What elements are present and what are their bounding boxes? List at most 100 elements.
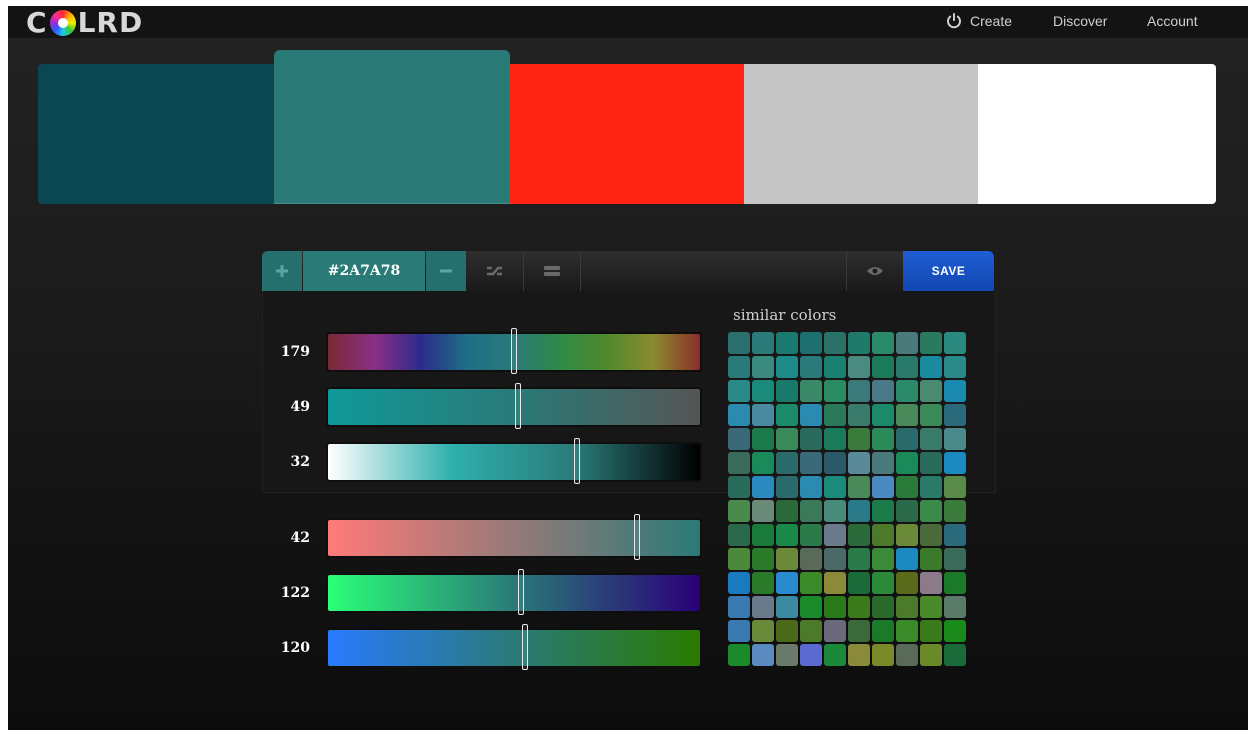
similar-color-swatch[interactable]: [872, 380, 894, 402]
similar-color-swatch[interactable]: [800, 644, 822, 666]
similar-color-swatch[interactable]: [872, 620, 894, 642]
similar-color-swatch[interactable]: [848, 380, 870, 402]
similar-color-swatch[interactable]: [920, 524, 942, 546]
similar-color-swatch[interactable]: [776, 380, 798, 402]
similar-color-swatch[interactable]: [752, 428, 774, 450]
similar-color-swatch[interactable]: [848, 404, 870, 426]
similar-color-swatch[interactable]: [752, 596, 774, 618]
similar-color-swatch[interactable]: [824, 356, 846, 378]
similar-color-swatch[interactable]: [944, 380, 966, 402]
similar-color-swatch[interactable]: [728, 452, 750, 474]
similar-color-swatch[interactable]: [872, 524, 894, 546]
similar-color-swatch[interactable]: [728, 596, 750, 618]
similar-color-swatch[interactable]: [896, 596, 918, 618]
similar-color-swatch[interactable]: [752, 380, 774, 402]
similar-color-swatch[interactable]: [896, 332, 918, 354]
similar-color-swatch[interactable]: [944, 500, 966, 522]
similar-color-swatch[interactable]: [824, 500, 846, 522]
similar-color-swatch[interactable]: [800, 356, 822, 378]
remove-color-button[interactable]: [426, 251, 466, 291]
similar-color-swatch[interactable]: [872, 356, 894, 378]
similar-color-swatch[interactable]: [872, 428, 894, 450]
similar-color-swatch[interactable]: [920, 548, 942, 570]
similar-color-swatch[interactable]: [896, 644, 918, 666]
nav-account[interactable]: Account: [1147, 13, 1198, 29]
slider-track[interactable]: [326, 569, 702, 615]
similar-color-swatch[interactable]: [872, 596, 894, 618]
similar-color-swatch[interactable]: [920, 500, 942, 522]
similar-color-swatch[interactable]: [920, 404, 942, 426]
slider-track[interactable]: [326, 383, 702, 429]
palette-swatch[interactable]: [38, 64, 274, 204]
similar-color-swatch[interactable]: [920, 572, 942, 594]
similar-color-swatch[interactable]: [848, 332, 870, 354]
similar-color-swatch[interactable]: [872, 572, 894, 594]
similar-color-swatch[interactable]: [800, 332, 822, 354]
preview-button[interactable]: [846, 251, 903, 291]
similar-color-swatch[interactable]: [896, 572, 918, 594]
save-button[interactable]: SAVE: [903, 251, 994, 291]
similar-color-swatch[interactable]: [824, 476, 846, 498]
similar-color-swatch[interactable]: [800, 500, 822, 522]
similar-color-swatch[interactable]: [824, 380, 846, 402]
palette-swatch[interactable]: [510, 64, 744, 204]
similar-color-swatch[interactable]: [776, 356, 798, 378]
slider-handle[interactable]: [522, 624, 529, 670]
similar-color-swatch[interactable]: [728, 428, 750, 450]
similar-color-swatch[interactable]: [824, 644, 846, 666]
similar-color-swatch[interactable]: [728, 524, 750, 546]
similar-color-swatch[interactable]: [728, 404, 750, 426]
similar-color-swatch[interactable]: [896, 476, 918, 498]
similar-color-swatch[interactable]: [824, 452, 846, 474]
similar-color-swatch[interactable]: [872, 404, 894, 426]
similar-color-swatch[interactable]: [800, 428, 822, 450]
similar-color-swatch[interactable]: [920, 380, 942, 402]
similar-color-swatch[interactable]: [776, 476, 798, 498]
similar-color-swatch[interactable]: [752, 572, 774, 594]
similar-color-swatch[interactable]: [824, 548, 846, 570]
similar-color-swatch[interactable]: [944, 572, 966, 594]
similar-color-swatch[interactable]: [848, 548, 870, 570]
similar-color-swatch[interactable]: [920, 452, 942, 474]
slider-handle[interactable]: [633, 514, 640, 560]
similar-color-swatch[interactable]: [896, 524, 918, 546]
similar-color-swatch[interactable]: [752, 356, 774, 378]
similar-color-swatch[interactable]: [728, 500, 750, 522]
similar-color-swatch[interactable]: [848, 596, 870, 618]
nav-discover[interactable]: Discover: [1053, 13, 1107, 29]
similar-color-swatch[interactable]: [944, 644, 966, 666]
similar-color-swatch[interactable]: [728, 548, 750, 570]
similar-color-swatch[interactable]: [872, 476, 894, 498]
similar-color-swatch[interactable]: [752, 644, 774, 666]
add-color-button[interactable]: [262, 251, 302, 291]
similar-color-swatch[interactable]: [752, 332, 774, 354]
similar-color-swatch[interactable]: [920, 356, 942, 378]
slider-track[interactable]: [326, 328, 702, 374]
similar-color-swatch[interactable]: [800, 620, 822, 642]
similar-color-swatch[interactable]: [728, 356, 750, 378]
slider-handle[interactable]: [511, 328, 517, 374]
similar-color-swatch[interactable]: [776, 620, 798, 642]
similar-color-swatch[interactable]: [728, 380, 750, 402]
palette-swatch[interactable]: [744, 64, 978, 204]
similar-color-swatch[interactable]: [848, 620, 870, 642]
similar-color-swatch[interactable]: [752, 404, 774, 426]
similar-color-swatch[interactable]: [848, 452, 870, 474]
similar-color-swatch[interactable]: [800, 548, 822, 570]
similar-color-swatch[interactable]: [896, 500, 918, 522]
similar-color-swatch[interactable]: [824, 404, 846, 426]
similar-color-swatch[interactable]: [944, 332, 966, 354]
palette-swatch[interactable]: [978, 64, 1216, 204]
similar-color-swatch[interactable]: [944, 548, 966, 570]
similar-color-swatch[interactable]: [824, 332, 846, 354]
similar-color-swatch[interactable]: [896, 356, 918, 378]
similar-color-swatch[interactable]: [848, 524, 870, 546]
slider-handle[interactable]: [574, 438, 581, 484]
similar-color-swatch[interactable]: [800, 476, 822, 498]
palette-swatch-selected[interactable]: [274, 50, 510, 204]
similar-color-swatch[interactable]: [872, 452, 894, 474]
similar-color-swatch[interactable]: [944, 476, 966, 498]
similar-color-swatch[interactable]: [896, 428, 918, 450]
similar-color-swatch[interactable]: [920, 644, 942, 666]
similar-color-swatch[interactable]: [872, 548, 894, 570]
